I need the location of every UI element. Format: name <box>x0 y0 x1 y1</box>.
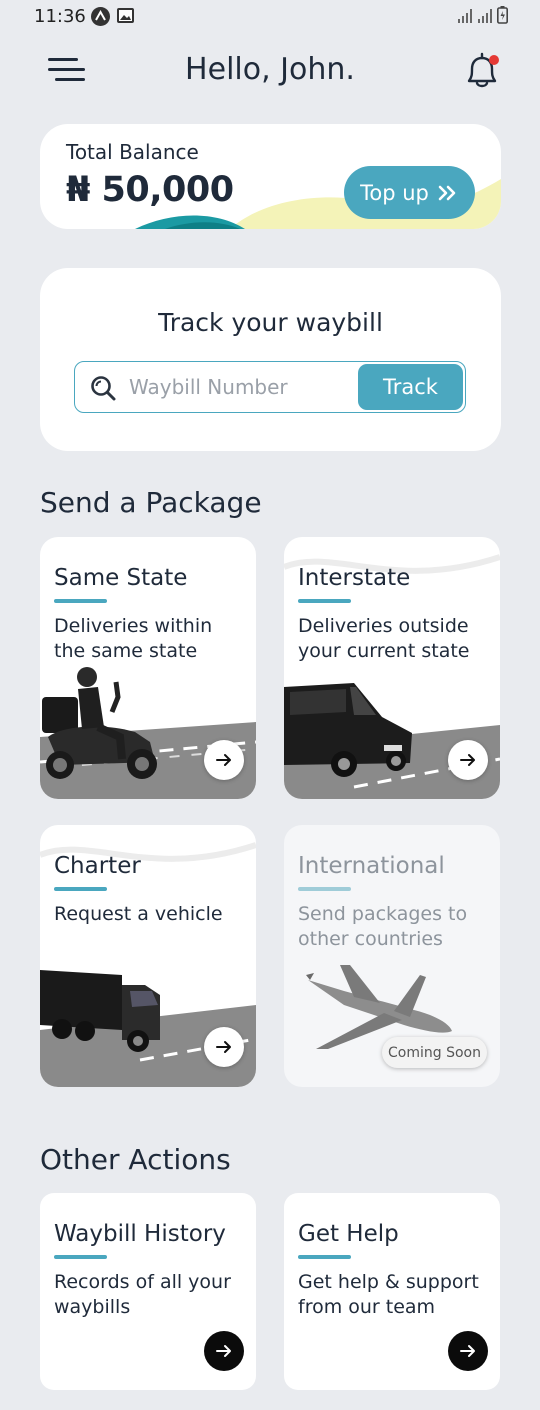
interstate-card[interactable]: Interstate Deliveries outside your curre… <box>284 537 500 799</box>
interstate-title: Interstate <box>298 565 411 591</box>
arrow-right-icon <box>216 1345 231 1357</box>
interstate-arrow-button[interactable] <box>448 740 488 780</box>
battery-icon <box>497 6 508 24</box>
same-state-title: Same State <box>54 565 188 591</box>
greeting-title: Hello, John. <box>185 52 355 87</box>
double-chevron-right-icon <box>438 185 456 200</box>
charter-card[interactable]: Charter Request a vehicle <box>40 825 256 1087</box>
waybill-history-card[interactable]: Waybill History Records of all your wayb… <box>40 1193 256 1390</box>
home-screen: 11:36 Hello, John. Total Balance ₦ 50,00… <box>0 0 540 1410</box>
search-icon <box>91 376 116 401</box>
other-actions-title: Other Actions <box>40 1143 231 1176</box>
notifications-button[interactable] <box>462 50 502 92</box>
charter-arrow-button[interactable] <box>204 1027 244 1067</box>
charter-description: Request a vehicle <box>54 903 223 925</box>
balance-card: Total Balance ₦ 50,000 Top up <box>40 124 501 229</box>
track-field: Track <box>74 361 466 413</box>
charter-title: Charter <box>54 853 141 879</box>
track-button[interactable]: Track <box>358 364 463 410</box>
waybill-history-description: Records of all your waybills <box>54 1271 231 1318</box>
same-state-arrow-button[interactable] <box>204 740 244 780</box>
international-description: Send packages to other countries <box>298 903 468 950</box>
waybill-history-arrow-button[interactable] <box>204 1331 244 1371</box>
waybill-number-input[interactable] <box>129 372 349 402</box>
title-underline <box>298 887 351 891</box>
arrow-right-icon <box>460 754 475 766</box>
same-state-description: Deliveries within the same state <box>54 615 213 662</box>
send-package-title: Send a Package <box>40 486 262 519</box>
get-help-card[interactable]: Get Help Get help & support from our tea… <box>284 1193 500 1390</box>
get-help-description: Get help & support from our team <box>298 1271 479 1318</box>
same-state-card[interactable]: Same State Deliveries within the same st… <box>40 537 256 799</box>
arrow-right-icon <box>216 1041 231 1053</box>
waybill-history-title: Waybill History <box>54 1221 226 1247</box>
arrow-right-icon <box>216 754 231 766</box>
top-up-button[interactable]: Top up <box>344 166 475 219</box>
international-title: International <box>298 853 445 879</box>
international-card[interactable]: International Send packages to other cou… <box>284 825 500 1087</box>
signal-icon <box>458 9 472 23</box>
arrow-right-icon <box>460 1345 475 1357</box>
interstate-description: Deliveries outside your current state <box>298 615 470 662</box>
title-underline <box>54 599 107 603</box>
coming-soon-badge: Coming Soon <box>382 1037 487 1068</box>
track-title: Track your waybill <box>158 308 383 337</box>
status-bar: 11:36 <box>0 0 540 34</box>
status-time: 11:36 <box>34 6 86 27</box>
app-notification-icon <box>91 7 110 26</box>
title-underline <box>298 599 351 603</box>
get-help-title: Get Help <box>298 1221 399 1247</box>
title-underline <box>54 887 107 891</box>
track-waybill-card: Track your waybill Track <box>40 268 501 451</box>
top-up-label: Top up <box>360 180 429 205</box>
signal-icon-2 <box>478 9 492 23</box>
title-underline <box>54 1255 107 1259</box>
balance-amount: ₦ 50,000 <box>66 170 234 210</box>
status-indicators <box>457 6 508 24</box>
title-underline <box>298 1255 351 1259</box>
notification-dot <box>489 55 499 65</box>
image-notification-icon <box>117 8 134 23</box>
get-help-arrow-button[interactable] <box>448 1331 488 1371</box>
balance-label: Total Balance <box>66 140 199 164</box>
